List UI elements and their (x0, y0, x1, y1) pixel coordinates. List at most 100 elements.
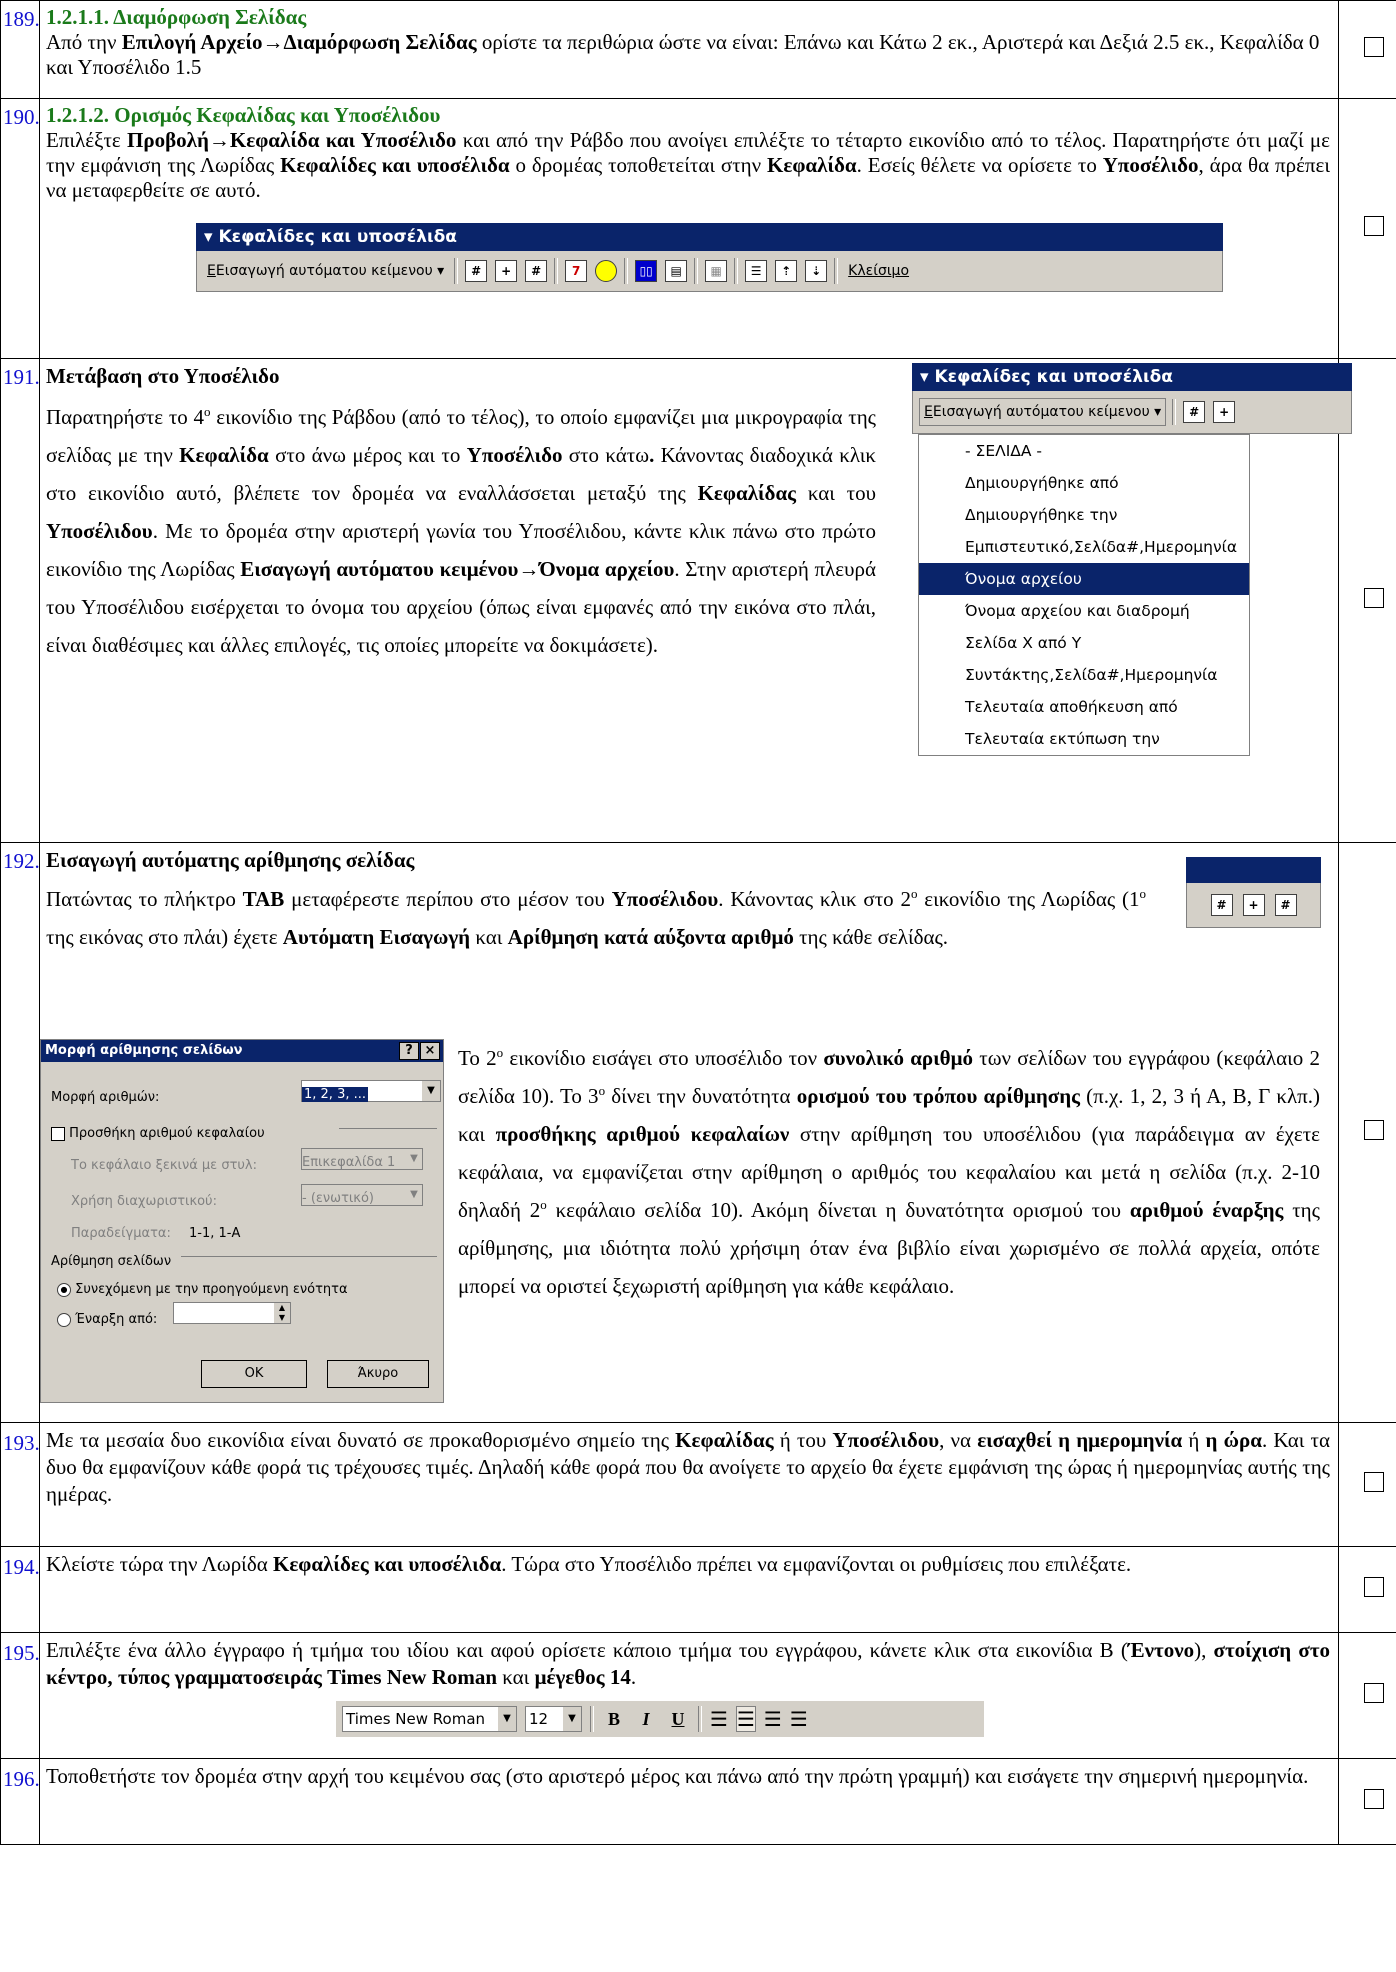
row-content: 1.2.1.1. Διαμόρφωση Σελίδας Από την Επιλ… (39, 0, 1339, 99)
row-checkbox-cell[interactable] (1338, 1758, 1396, 1845)
close-button[interactable]: × (420, 1042, 440, 1060)
row-checkbox-cell[interactable] (1338, 842, 1396, 1423)
row-number: 189. (0, 0, 40, 99)
table-row: 195. Επιλέξτε ένα άλλο έγγραφο ή τμήμα τ… (0, 1632, 1396, 1759)
section-heading: 1.2.1.1. Διαμόρφωση Σελίδας (46, 5, 307, 29)
insert-date-icon[interactable]: 7 (564, 258, 588, 284)
dialog-titlebar: Μορφή αρίθμησης σελίδων ? × (41, 1040, 443, 1062)
show-hide-text-icon[interactable]: ▤ (664, 258, 688, 284)
toolbar-titlebar: ▾ Κεφαλίδες και υποσέλιδα (196, 223, 1223, 251)
formatting-toolbar: Times New Roman ▼ 12 ▼ B I U ☰ ☰ ☰ ☰ (336, 1701, 984, 1737)
exercise-table: 189. 1.2.1.1. Διαμόρφωση Σελίδας Από την… (0, 0, 1396, 1845)
separator-select[interactable]: - (ενωτικό) ▼ (301, 1184, 423, 1206)
completion-checkbox[interactable] (1364, 1120, 1384, 1140)
row-content: Με τα μεσαία δυο εικονίδια είναι δυνατό … (39, 1422, 1339, 1547)
row-content: Κλείστε τώρα την Λωρίδα Κεφαλίδες και υπ… (39, 1546, 1339, 1633)
align-center-icon[interactable]: ☰ (735, 1706, 756, 1732)
row-checkbox-cell[interactable] (1338, 0, 1396, 99)
insert-page-count-icon[interactable]: + (1212, 399, 1236, 425)
completion-checkbox[interactable] (1364, 1789, 1384, 1809)
row-number: 196. (0, 1758, 40, 1845)
italic-button[interactable]: I (634, 1709, 658, 1730)
row-checkbox-cell[interactable] (1338, 98, 1396, 359)
page-number-format-dialog: Μορφή αρίθμησης σελίδων ? × Μορφή αριθμώ… (40, 1039, 444, 1403)
chapter-style-select[interactable]: Επικεφαλίδα 1 ▼ (301, 1148, 423, 1170)
insert-page-count-icon[interactable]: + (494, 258, 518, 284)
toolbar-body: Ε Εισαγωγή αυτόματου κείμενου ▾ # + (912, 391, 1352, 434)
bold-button[interactable]: B (602, 1709, 626, 1730)
menu-item[interactable]: Δημιουργήθηκε την (919, 499, 1249, 531)
continue-radio[interactable]: ● (57, 1282, 71, 1297)
headers-footers-toolbar: ▾ Κεφαλίδες και υποσέλιδα Ε Εισαγωγή αυτό… (196, 223, 1223, 292)
menu-item-selected[interactable]: Όνομα αρχείου (919, 563, 1249, 595)
completion-checkbox[interactable] (1364, 1472, 1384, 1492)
section-heading: Μετάβαση στο Υποσέλιδο (46, 364, 280, 388)
toolbar-titlebar: ▾ Κεφαλίδες και υποσέλιδα (912, 363, 1352, 391)
number-format-select[interactable]: 1, 2, 3, ... ▼ (301, 1080, 441, 1102)
start-at-spinner[interactable]: ▲ ▼ (173, 1302, 291, 1324)
menu-item[interactable]: Τελευταία αποθήκευση από (919, 691, 1249, 723)
section-heading: 1.2.1.2. Ορισμός Κεφαλίδας και Υποσέλιδο… (46, 103, 441, 127)
close-toolbar-button[interactable]: Κλείσιμο (844, 258, 913, 284)
completion-checkbox[interactable] (1364, 37, 1384, 57)
font-select[interactable]: Times New Roman ▼ (342, 1706, 517, 1732)
insert-page-number-icon[interactable]: # (464, 258, 488, 284)
start-at-radio[interactable] (57, 1312, 71, 1327)
align-right-icon[interactable]: ☰ (764, 1707, 782, 1731)
row-number: 195. (0, 1632, 40, 1759)
align-left-icon[interactable]: ☰ (710, 1707, 728, 1731)
row-content: Εισαγωγή αυτόματης αρίθμησης σελίδας Πατ… (39, 842, 1339, 1423)
cancel-button[interactable]: Άκυρο (327, 1360, 429, 1388)
show-previous-icon[interactable]: ⇡ (774, 258, 798, 284)
menu-item[interactable]: Τελευταία εκτύπωση την (919, 723, 1249, 755)
row-content: Τοποθετήστε τον δρομέα στην αρχή του κει… (39, 1758, 1339, 1845)
table-row: 193. Με τα μεσαία δυο εικονίδια είναι δυ… (0, 1422, 1396, 1547)
help-button[interactable]: ? (399, 1042, 419, 1060)
row-number: 190. (0, 98, 40, 359)
page-number-icons-screenshot: # + # (1186, 857, 1321, 928)
format-page-number-icon[interactable]: # (1274, 892, 1298, 918)
font-size-select[interactable]: 12 ▼ (525, 1706, 582, 1732)
menu-item[interactable]: Όνομα αρχείου και διαδρομή (919, 595, 1249, 627)
menu-item[interactable]: Δημιουργήθηκε από (919, 467, 1249, 499)
menu-item[interactable]: Συντάκτης,Σελίδα#,Ημερομηνία (919, 659, 1249, 691)
table-row: 192. Εισαγωγή αυτόματης αρίθμησης σελίδα… (0, 842, 1396, 1423)
insert-page-number-icon[interactable]: # (1182, 399, 1206, 425)
ok-button[interactable]: OK (201, 1360, 307, 1388)
insert-page-number-icon[interactable]: # (1210, 892, 1234, 918)
row-checkbox-cell[interactable] (1338, 1632, 1396, 1759)
completion-checkbox[interactable] (1364, 1577, 1384, 1597)
instruction-text: Από την Επιλογή Αρχείο→Διαμόρφωση Σελίδα… (46, 30, 1320, 79)
menu-item[interactable]: - ΣΕΛΙΔΑ - (919, 435, 1249, 467)
completion-checkbox[interactable] (1364, 588, 1384, 608)
table-row: 191. Μετάβαση στο Υποσέλιδο Παρατηρήστε … (0, 358, 1396, 843)
completion-checkbox[interactable] (1364, 1683, 1384, 1703)
instruction-text: Επιλέξτε ένα άλλο έγγραφο ή τμήμα του ιδ… (46, 1638, 1330, 1689)
insert-page-count-icon[interactable]: + (1242, 892, 1266, 918)
row-number: 193. (0, 1422, 40, 1547)
instruction-text: Το 2ο εικονίδιο εισάγει στο υποσέλιδο το… (458, 1045, 1321, 1298)
menu-item[interactable]: Εμπιστευτικό,Σελίδα#,Ημερομηνία (919, 531, 1249, 563)
menu-item[interactable]: Σελίδα Χ από Υ (919, 627, 1249, 659)
show-next-icon[interactable]: ⇣ (804, 258, 828, 284)
underline-button[interactable]: U (666, 1709, 690, 1730)
row-number: 194. (0, 1546, 40, 1633)
completion-checkbox[interactable] (1364, 216, 1384, 236)
include-chapter-checkbox[interactable] (51, 1126, 65, 1141)
page-setup-icon[interactable]: ▯▯ (634, 258, 658, 284)
table-row: 189. 1.2.1.1. Διαμόρφωση Σελίδας Από την… (0, 0, 1396, 99)
row-content: 1.2.1.2. Ορισμός Κεφαλίδας και Υποσέλιδο… (39, 98, 1339, 359)
table-row: 194. Κλείστε τώρα την Λωρίδα Κεφαλίδες κ… (0, 1546, 1396, 1633)
table-row: 196. Τοποθετήστε τον δρομέα στην αρχή το… (0, 1758, 1396, 1845)
row-checkbox-cell[interactable] (1338, 1546, 1396, 1633)
toolbar-body: Ε Εισαγωγή αυτόματου κείμενου ▾ # + # 7 ▯… (196, 251, 1223, 292)
justify-icon[interactable]: ☰ (790, 1707, 808, 1731)
row-checkbox-cell[interactable] (1338, 1422, 1396, 1547)
autotext-dropdown[interactable]: Ε Εισαγωγή αυτόματου κείμενου ▾ (203, 258, 448, 284)
insert-time-icon[interactable] (594, 258, 618, 284)
table-row: 190. 1.2.1.2. Ορισμός Κεφαλίδας και Υποσ… (0, 98, 1396, 359)
switch-header-footer-icon[interactable]: ☰ (744, 258, 768, 284)
autotext-dropdown[interactable]: Ε Εισαγωγή αυτόματου κείμενου ▾ (919, 398, 1167, 426)
same-as-previous-icon[interactable]: ▦ (704, 258, 728, 284)
format-page-number-icon[interactable]: # (524, 258, 548, 284)
